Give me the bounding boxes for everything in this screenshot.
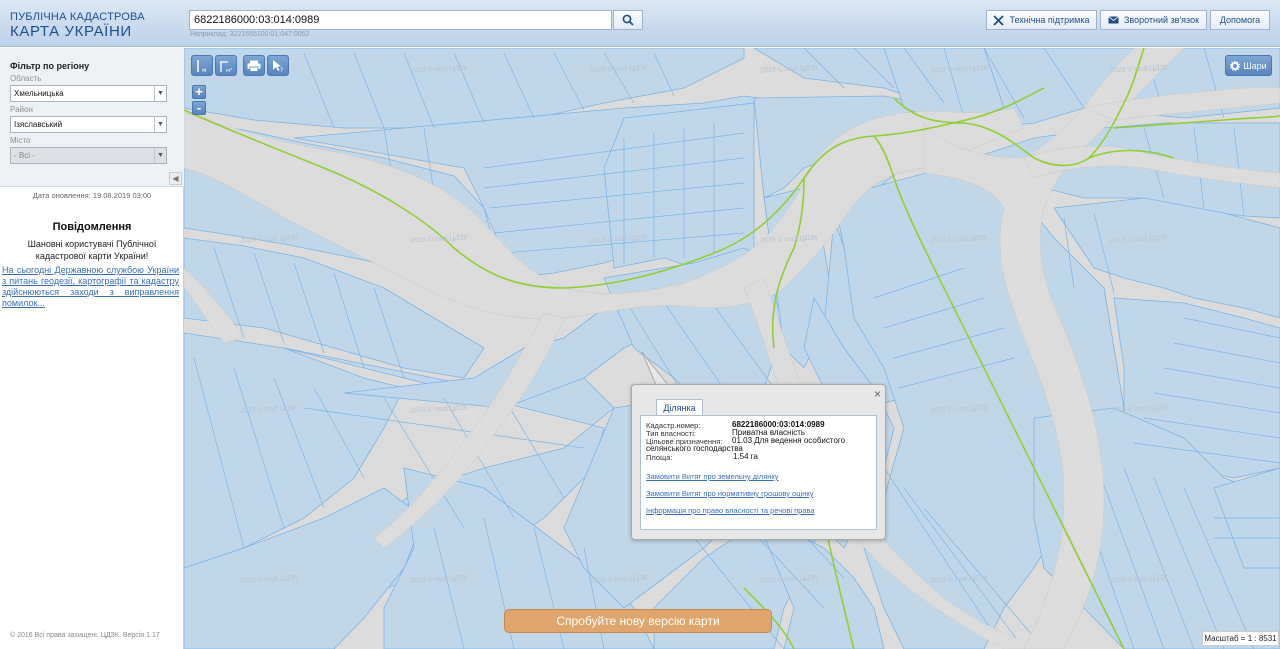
plus-icon: + (195, 84, 203, 99)
city-label: Місто (10, 136, 31, 145)
measure-tools: м м² (191, 55, 237, 76)
order-extract-link[interactable]: Замовити Витяг про земельну ділянку (646, 472, 779, 481)
district-select-value: Ізяславський (14, 120, 63, 129)
chevron-down-icon: ▼ (154, 86, 166, 101)
district-select[interactable]: Ізяславський ▼ (10, 116, 167, 133)
measure-area-button[interactable]: м² (215, 55, 237, 76)
help-label: Допомога (1219, 15, 1261, 25)
popup-pointer (641, 352, 670, 386)
svg-text:м²: м² (226, 67, 232, 73)
layers-button[interactable]: Шари (1225, 55, 1272, 76)
printer-icon (247, 60, 261, 72)
city-select[interactable]: - Всі - ▼ (10, 147, 167, 164)
gear-icon (1230, 60, 1241, 71)
notice-body: Шановні користувачі Публічної кадастрово… (27, 239, 157, 261)
district-label: Район (10, 105, 33, 114)
ownership-rights-link[interactable]: Інформація про право власності та речові… (646, 506, 815, 515)
chevron-left-icon: ◀ (172, 174, 179, 183)
parcel-info-popup: × Ділянка Кадастр.номер: 6822186000:03:0… (631, 384, 886, 540)
measure-distance-button[interactable]: м (191, 55, 213, 76)
feedback-label: Зворотний зв'язок (1123, 15, 1200, 25)
parcel-info-panel: Кадастр.номер: 6822186000:03:014:0989 Ти… (640, 415, 877, 530)
print-button[interactable] (243, 55, 265, 76)
tech-support-label: Технічна підтримка (1009, 15, 1090, 25)
help-button[interactable]: Допомога (1210, 10, 1270, 30)
layers-label: Шари (1243, 60, 1267, 71)
cursor-question-icon: ? (273, 59, 283, 73)
region-filter-panel: Фільтр по регіону Область Хмельницька ▼ … (0, 48, 184, 187)
try-new-version-button[interactable]: Спробуйте нову версію карти (504, 609, 772, 633)
purpose-value: 01.03 Для ведення особистого (732, 436, 846, 445)
cadastral-search-input[interactable] (189, 10, 612, 30)
identify-button[interactable]: ? (267, 55, 289, 76)
sidebar: Фільтр по регіону Область Хмельницька ▼ … (0, 48, 184, 649)
minus-icon: - (196, 100, 202, 115)
zoom-out-button[interactable]: - (192, 101, 206, 115)
region-select-value: Хмельницька (14, 89, 64, 98)
tools-icon (993, 14, 1005, 26)
cadastral-map[interactable]: 2019 © nsdi.ЦДЗК 2019 © nsdi.ЦДЗК 2019 ©… (184, 48, 1280, 649)
notice-title: Повідомлення (52, 221, 132, 233)
zoom-in-button[interactable]: + (192, 85, 206, 99)
notice-link[interactable]: На сьогодні Державною службою України з … (2, 265, 179, 309)
svg-text:?: ? (280, 67, 283, 73)
svg-text:м: м (202, 67, 207, 73)
area-label: Площа: (646, 453, 673, 462)
map-scale: Масштаб = 1 : 8531 (1202, 631, 1279, 646)
logo-line2: КАРТА УКРАЇНИ (10, 23, 132, 40)
copyright: © 2016 Всі права захищені. ЦДЗК. Версія … (10, 632, 160, 639)
chevron-down-icon: ▼ (154, 148, 166, 163)
filter-title: Фільтр по регіону (10, 61, 90, 71)
feedback-button[interactable]: Зворотний зв'язок (1100, 10, 1207, 30)
purpose-value-cont: селянського господарства (646, 444, 743, 453)
close-icon[interactable]: × (874, 387, 881, 401)
update-date: Дата оновлення: 19.08.2019 03:00 (32, 191, 152, 200)
tab-parcel[interactable]: Ділянка (656, 399, 703, 416)
site-logo[interactable]: ПУБЛІЧНА КАДАСТРОВА КАРТА УКРАЇНИ (10, 11, 145, 40)
area-value: 1.54 га (733, 452, 758, 461)
envelope-icon (1108, 16, 1119, 24)
collapse-sidebar-button[interactable]: ◀ (169, 172, 182, 185)
map-actions: ? (243, 55, 289, 76)
region-label: Область (10, 74, 42, 83)
logo-line1: ПУБЛІЧНА КАДАСТРОВА (10, 11, 145, 23)
header-bar: ПУБЛІЧНА КАДАСТРОВА КАРТА УКРАЇНИ Наприк… (0, 0, 1280, 47)
map-canvas[interactable] (184, 48, 1280, 649)
region-select[interactable]: Хмельницька ▼ (10, 85, 167, 102)
ruler-icon: м (197, 59, 207, 73)
city-select-value: - Всі - (14, 151, 35, 160)
search-icon (622, 14, 634, 26)
area-ruler-icon: м² (220, 60, 232, 73)
tech-support-button[interactable]: Технічна підтримка (986, 10, 1097, 30)
order-valuation-link[interactable]: Замовити Витяг про нормативну грошову оц… (646, 489, 813, 498)
search-button[interactable] (613, 10, 643, 30)
chevron-down-icon: ▼ (154, 117, 166, 132)
search-example-hint: Наприклад: 3221655100:01:047:0052 (190, 31, 310, 38)
